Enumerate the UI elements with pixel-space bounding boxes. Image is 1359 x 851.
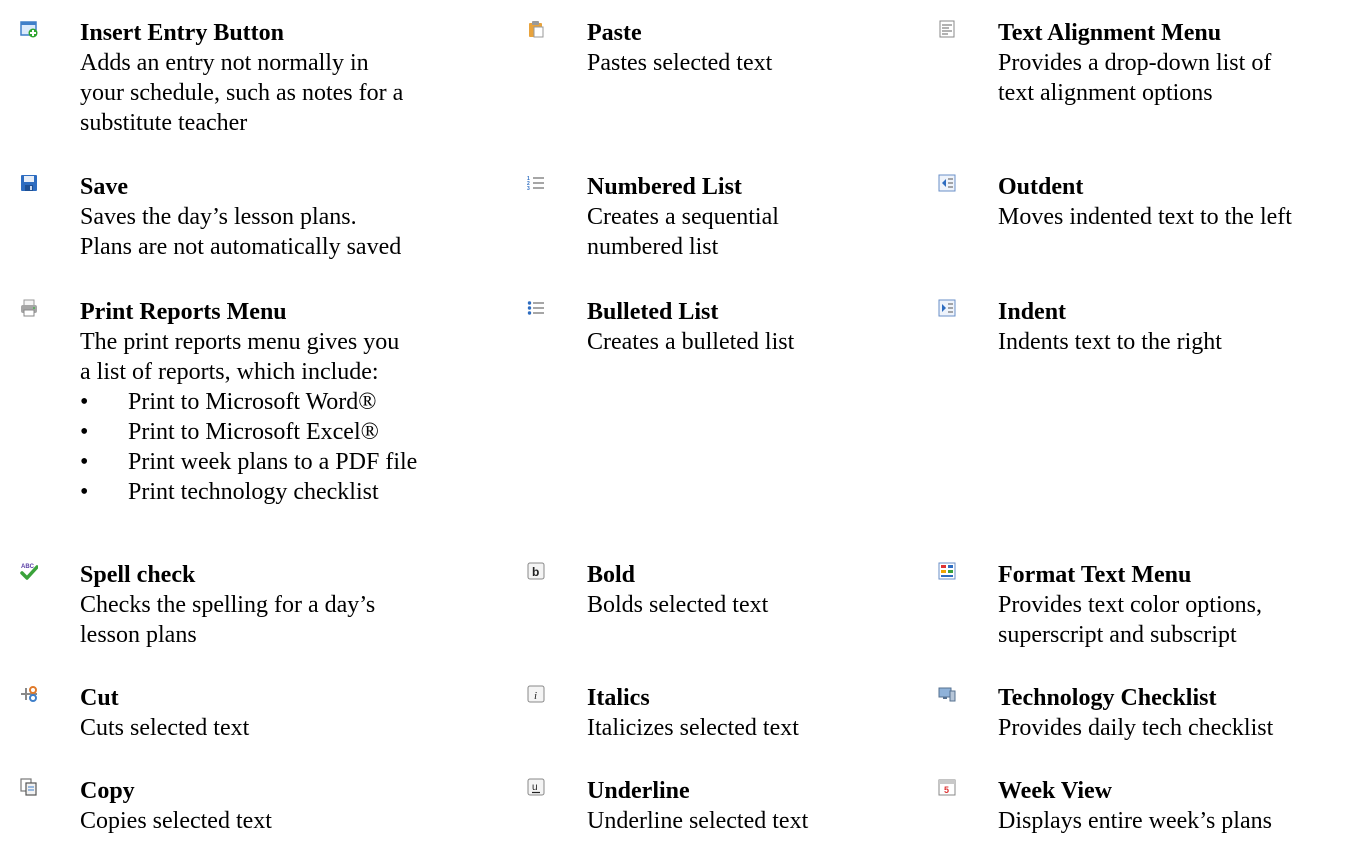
list-item: Print technology checklist [80, 477, 500, 507]
entry-title: Save [80, 174, 128, 200]
technology-checklist-icon [938, 685, 956, 703]
entry-description: Adds an entry not normally in your schedu… [80, 50, 404, 136]
list-item: Print week plans to a PDF file [80, 447, 500, 477]
svg-text:3: 3 [527, 186, 530, 192]
entry-description: Underline selected text [587, 808, 809, 834]
entry-description: Moves indented text to the left [998, 204, 1292, 230]
calendar-week-icon: 5 [938, 778, 956, 796]
entry-title: Bold [587, 562, 636, 588]
svg-text:u: u [532, 782, 538, 793]
entry-description: Provides a drop-down list of text alignme… [998, 50, 1272, 106]
entry-title: Text Alignment Menu [998, 20, 1222, 46]
entry-title: Italics [587, 685, 650, 711]
bulleted-list-icon [527, 299, 545, 317]
text-alignment-icon [938, 20, 956, 38]
spell-check-icon: ABC [20, 562, 38, 580]
underline-icon: u [527, 778, 545, 796]
entry-title: Outdent [998, 174, 1084, 200]
entry-description: Cuts selected text [80, 715, 250, 741]
entry-title: Indent [998, 299, 1067, 325]
entry-description: Pastes selected text [587, 50, 773, 76]
entry-title: Insert Entry Button [80, 20, 285, 46]
save-icon [20, 174, 38, 192]
svg-text:5: 5 [944, 785, 949, 795]
entry-description: Checks the spelling for a day’s lesson pl… [80, 592, 376, 648]
list-item: Print to Microsoft Word® [80, 387, 500, 417]
entry-title: Spell check [80, 562, 196, 588]
entry-description: The print reports menu gives you a list o… [80, 329, 400, 385]
outdent-icon [938, 174, 956, 192]
report-list: Print to Microsoft Word® Print to Micros… [80, 387, 500, 507]
bold-icon: b [527, 562, 545, 580]
entry-description: Provides text color options, superscript … [998, 592, 1262, 648]
entry-title: Technology Checklist [998, 685, 1217, 711]
clipboard-paste-icon [527, 20, 545, 38]
entry-description: Displays entire week’s plans [998, 808, 1272, 834]
scissors-icon [20, 685, 38, 703]
entry-description: Bolds selected text [587, 592, 769, 618]
format-text-icon [938, 562, 956, 580]
entry-description: Copies selected text [80, 808, 272, 834]
entry-description: Creates a sequential numbered list [587, 204, 779, 260]
list-item: Print to Microsoft Excel® [80, 417, 500, 447]
italic-icon: i [527, 685, 545, 703]
copy-icon [20, 778, 38, 796]
entry-title: Week View [998, 778, 1112, 804]
numbered-list-icon: 123 [527, 174, 545, 192]
svg-text:b: b [532, 565, 539, 579]
entry-title: Bulleted List [587, 299, 719, 325]
indent-icon [938, 299, 956, 317]
svg-text:ABC: ABC [21, 564, 35, 570]
entry-title: Underline [587, 778, 690, 804]
insert-entry-icon [20, 20, 38, 38]
entry-title: Paste [587, 20, 642, 46]
entry-description: Italicizes selected text [587, 715, 799, 741]
entry-title: Copy [80, 778, 135, 804]
entry-title: Cut [80, 685, 119, 711]
entry-title: Numbered List [587, 174, 742, 200]
svg-text:i: i [534, 690, 537, 702]
entry-description: Saves the day’s lesson plans. Plans are n… [80, 204, 402, 260]
printer-icon [20, 299, 38, 317]
entry-description: Provides daily tech checklist [998, 715, 1274, 741]
entry-title: Print Reports Menu [80, 299, 287, 325]
entry-description: Indents text to the right [998, 329, 1222, 355]
entry-title: Format Text Menu [998, 562, 1192, 588]
entry-description: Creates a bulleted list [587, 329, 795, 355]
